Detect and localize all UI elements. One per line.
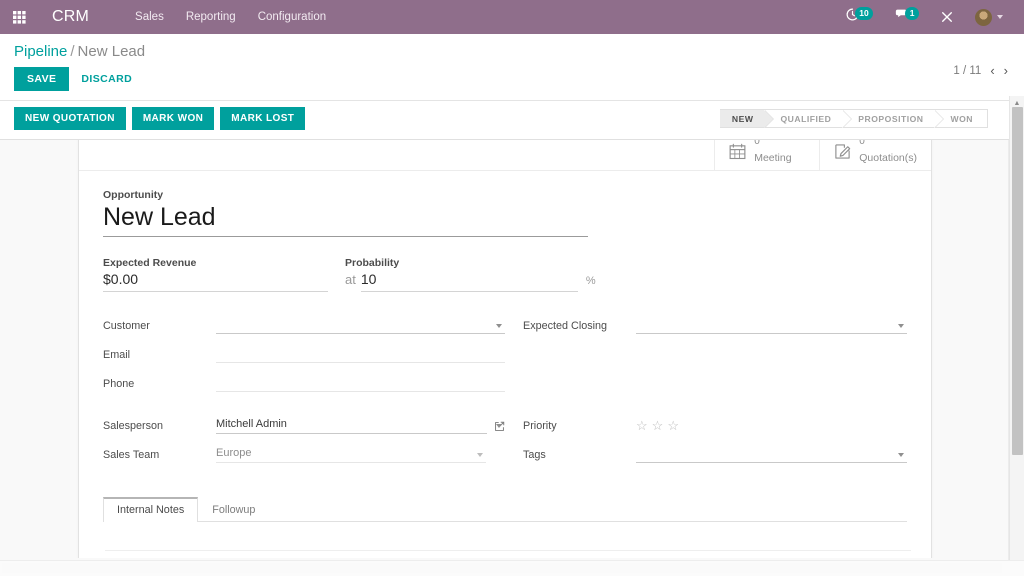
priority-row: Priority ☆ ☆ ☆: [523, 414, 907, 434]
expected-closing-label: Expected Closing: [523, 320, 608, 332]
tags-row: Tags: [523, 443, 907, 463]
messaging-count-badge: 1: [905, 6, 919, 21]
app-brand[interactable]: CRM: [52, 8, 89, 26]
customer-input[interactable]: [216, 317, 505, 334]
salesperson-row: Salesperson: [103, 414, 505, 434]
control-panel: Pipeline / New Lead 1 / 11 ‹ › SAVE DISCAR…: [0, 34, 1024, 101]
breadcrumb-current: New Lead: [77, 43, 146, 60]
notebook-tabs: Internal Notes Followup: [103, 497, 907, 522]
external-link-icon[interactable]: [494, 421, 505, 434]
star-icon-1[interactable]: ☆: [636, 419, 648, 432]
phone-input[interactable]: [216, 375, 505, 392]
sales-team-input[interactable]: [216, 446, 486, 463]
nav-item-sales[interactable]: Sales: [135, 11, 164, 23]
salesperson-label: Salesperson: [103, 420, 164, 432]
opportunity-input[interactable]: [103, 203, 588, 237]
form-scroll-area: 0 Meeting 0 Quotation(s) Opportunity New…: [0, 124, 1010, 558]
navbar-menu: Sales Reporting Configuration: [135, 11, 326, 23]
navbar-systray: 10 1: [835, 0, 1024, 34]
expected-revenue-input[interactable]: [103, 271, 328, 292]
discard-button[interactable]: DISCARD: [79, 67, 134, 91]
phone-label: Phone: [103, 378, 135, 390]
sales-team-label: Sales Team: [103, 449, 160, 461]
nav-item-configuration[interactable]: Configuration: [258, 11, 326, 23]
probability-label: Probability: [345, 257, 400, 269]
avatar: [975, 8, 992, 26]
notebook: Internal Notes Followup: [103, 497, 911, 558]
pager-value: 1 / 11: [953, 64, 982, 77]
tags-label: Tags: [523, 449, 546, 461]
stage-qualified[interactable]: QUALIFIED: [764, 109, 853, 128]
form-sheet: 0 Meeting 0 Quotation(s) Opportunity New…: [78, 132, 932, 558]
mark-won-button[interactable]: MARK WON: [131, 107, 215, 130]
nav-item-reporting[interactable]: Reporting: [186, 11, 236, 23]
breadcrumb-pipeline[interactable]: Pipeline: [14, 43, 67, 60]
stage-new[interactable]: NEW: [719, 109, 774, 128]
left-field-column: Customer Email Phone Salesperson Mitchel…: [103, 314, 505, 463]
pager: 1 / 11 ‹ ›: [953, 64, 1008, 77]
priority-stars[interactable]: ☆ ☆ ☆: [636, 419, 679, 434]
probability-suffix: %: [585, 275, 596, 287]
breadcrumb-separator: /: [70, 43, 75, 60]
expected-closing-row: Expected Closing: [523, 314, 907, 334]
tags-input[interactable]: [636, 446, 907, 463]
email-row: Email: [103, 343, 505, 363]
revenue-probability-row: Expected Revenue Probability at %: [103, 257, 907, 292]
email-label: Email: [103, 349, 130, 361]
action-status-bar: NEW QUOTATION MARK WON MARK LOST NEW QUA…: [0, 101, 1024, 140]
probability-input[interactable]: [360, 271, 578, 292]
priority-label: Priority: [523, 420, 557, 432]
sales-team-row: Sales Team: [103, 443, 505, 463]
activity-count-badge: 10: [854, 6, 874, 21]
horizontal-scrollbar-thumb[interactable]: [2, 563, 1002, 573]
phone-row: Phone: [103, 372, 505, 392]
pager-next-button[interactable]: ›: [1004, 64, 1008, 77]
tab-followup[interactable]: Followup: [198, 497, 269, 522]
form-body: Opportunity Expected Revenue Probability…: [79, 171, 931, 558]
notes-divider: [105, 550, 911, 551]
top-navbar: CRM Sales Reporting Configuration 10 1: [0, 0, 1024, 34]
calendar-icon: [729, 143, 746, 160]
horizontal-scrollbar[interactable]: [0, 560, 1024, 576]
activity-menu[interactable]: 10: [835, 0, 884, 34]
customer-label: Customer: [103, 320, 150, 332]
pipeline-statusbar: NEW QUALIFIED PROPOSITION WON: [719, 109, 988, 128]
chevron-down-icon: [997, 15, 1003, 19]
star-icon-3[interactable]: ☆: [667, 419, 679, 432]
user-menu[interactable]: [964, 0, 1014, 34]
email-input[interactable]: [216, 346, 505, 363]
messaging-menu[interactable]: 1: [884, 0, 930, 34]
vertical-scrollbar-thumb[interactable]: [1012, 107, 1023, 455]
stage-proposition[interactable]: PROPOSITION: [842, 109, 945, 128]
pager-previous-button[interactable]: ‹: [990, 64, 994, 77]
probability-prefix: at: [345, 272, 356, 287]
quotations-label: Quotation(s): [859, 152, 917, 165]
main-field-group: Customer Email Phone Salesperson Mitchel…: [103, 314, 907, 463]
expected-revenue-label: Expected Revenue: [103, 257, 197, 269]
mark-lost-button[interactable]: MARK LOST: [220, 107, 306, 130]
internal-notes-panel[interactable]: [103, 522, 911, 558]
new-quotation-button[interactable]: NEW QUOTATION: [14, 107, 126, 130]
apps-grid-icon[interactable]: [8, 0, 34, 34]
star-icon-2[interactable]: ☆: [652, 419, 664, 432]
close-icon[interactable]: [930, 0, 964, 34]
right-field-column: Expected Closing Priority ☆ ☆ ☆ Tags: [505, 314, 907, 463]
save-button[interactable]: SAVE: [14, 67, 70, 91]
breadcrumb: Pipeline / New Lead: [14, 43, 145, 60]
customer-row: Customer: [103, 314, 505, 334]
vertical-scrollbar[interactable]: ▲ ▼: [1009, 96, 1024, 576]
salesperson-input[interactable]: [216, 417, 487, 434]
meeting-label: Meeting: [754, 152, 792, 165]
expected-closing-input[interactable]: [636, 317, 907, 334]
tab-internal-notes[interactable]: Internal Notes: [103, 497, 199, 522]
pencil-square-icon: [834, 143, 851, 160]
opportunity-label: Opportunity: [103, 189, 164, 201]
